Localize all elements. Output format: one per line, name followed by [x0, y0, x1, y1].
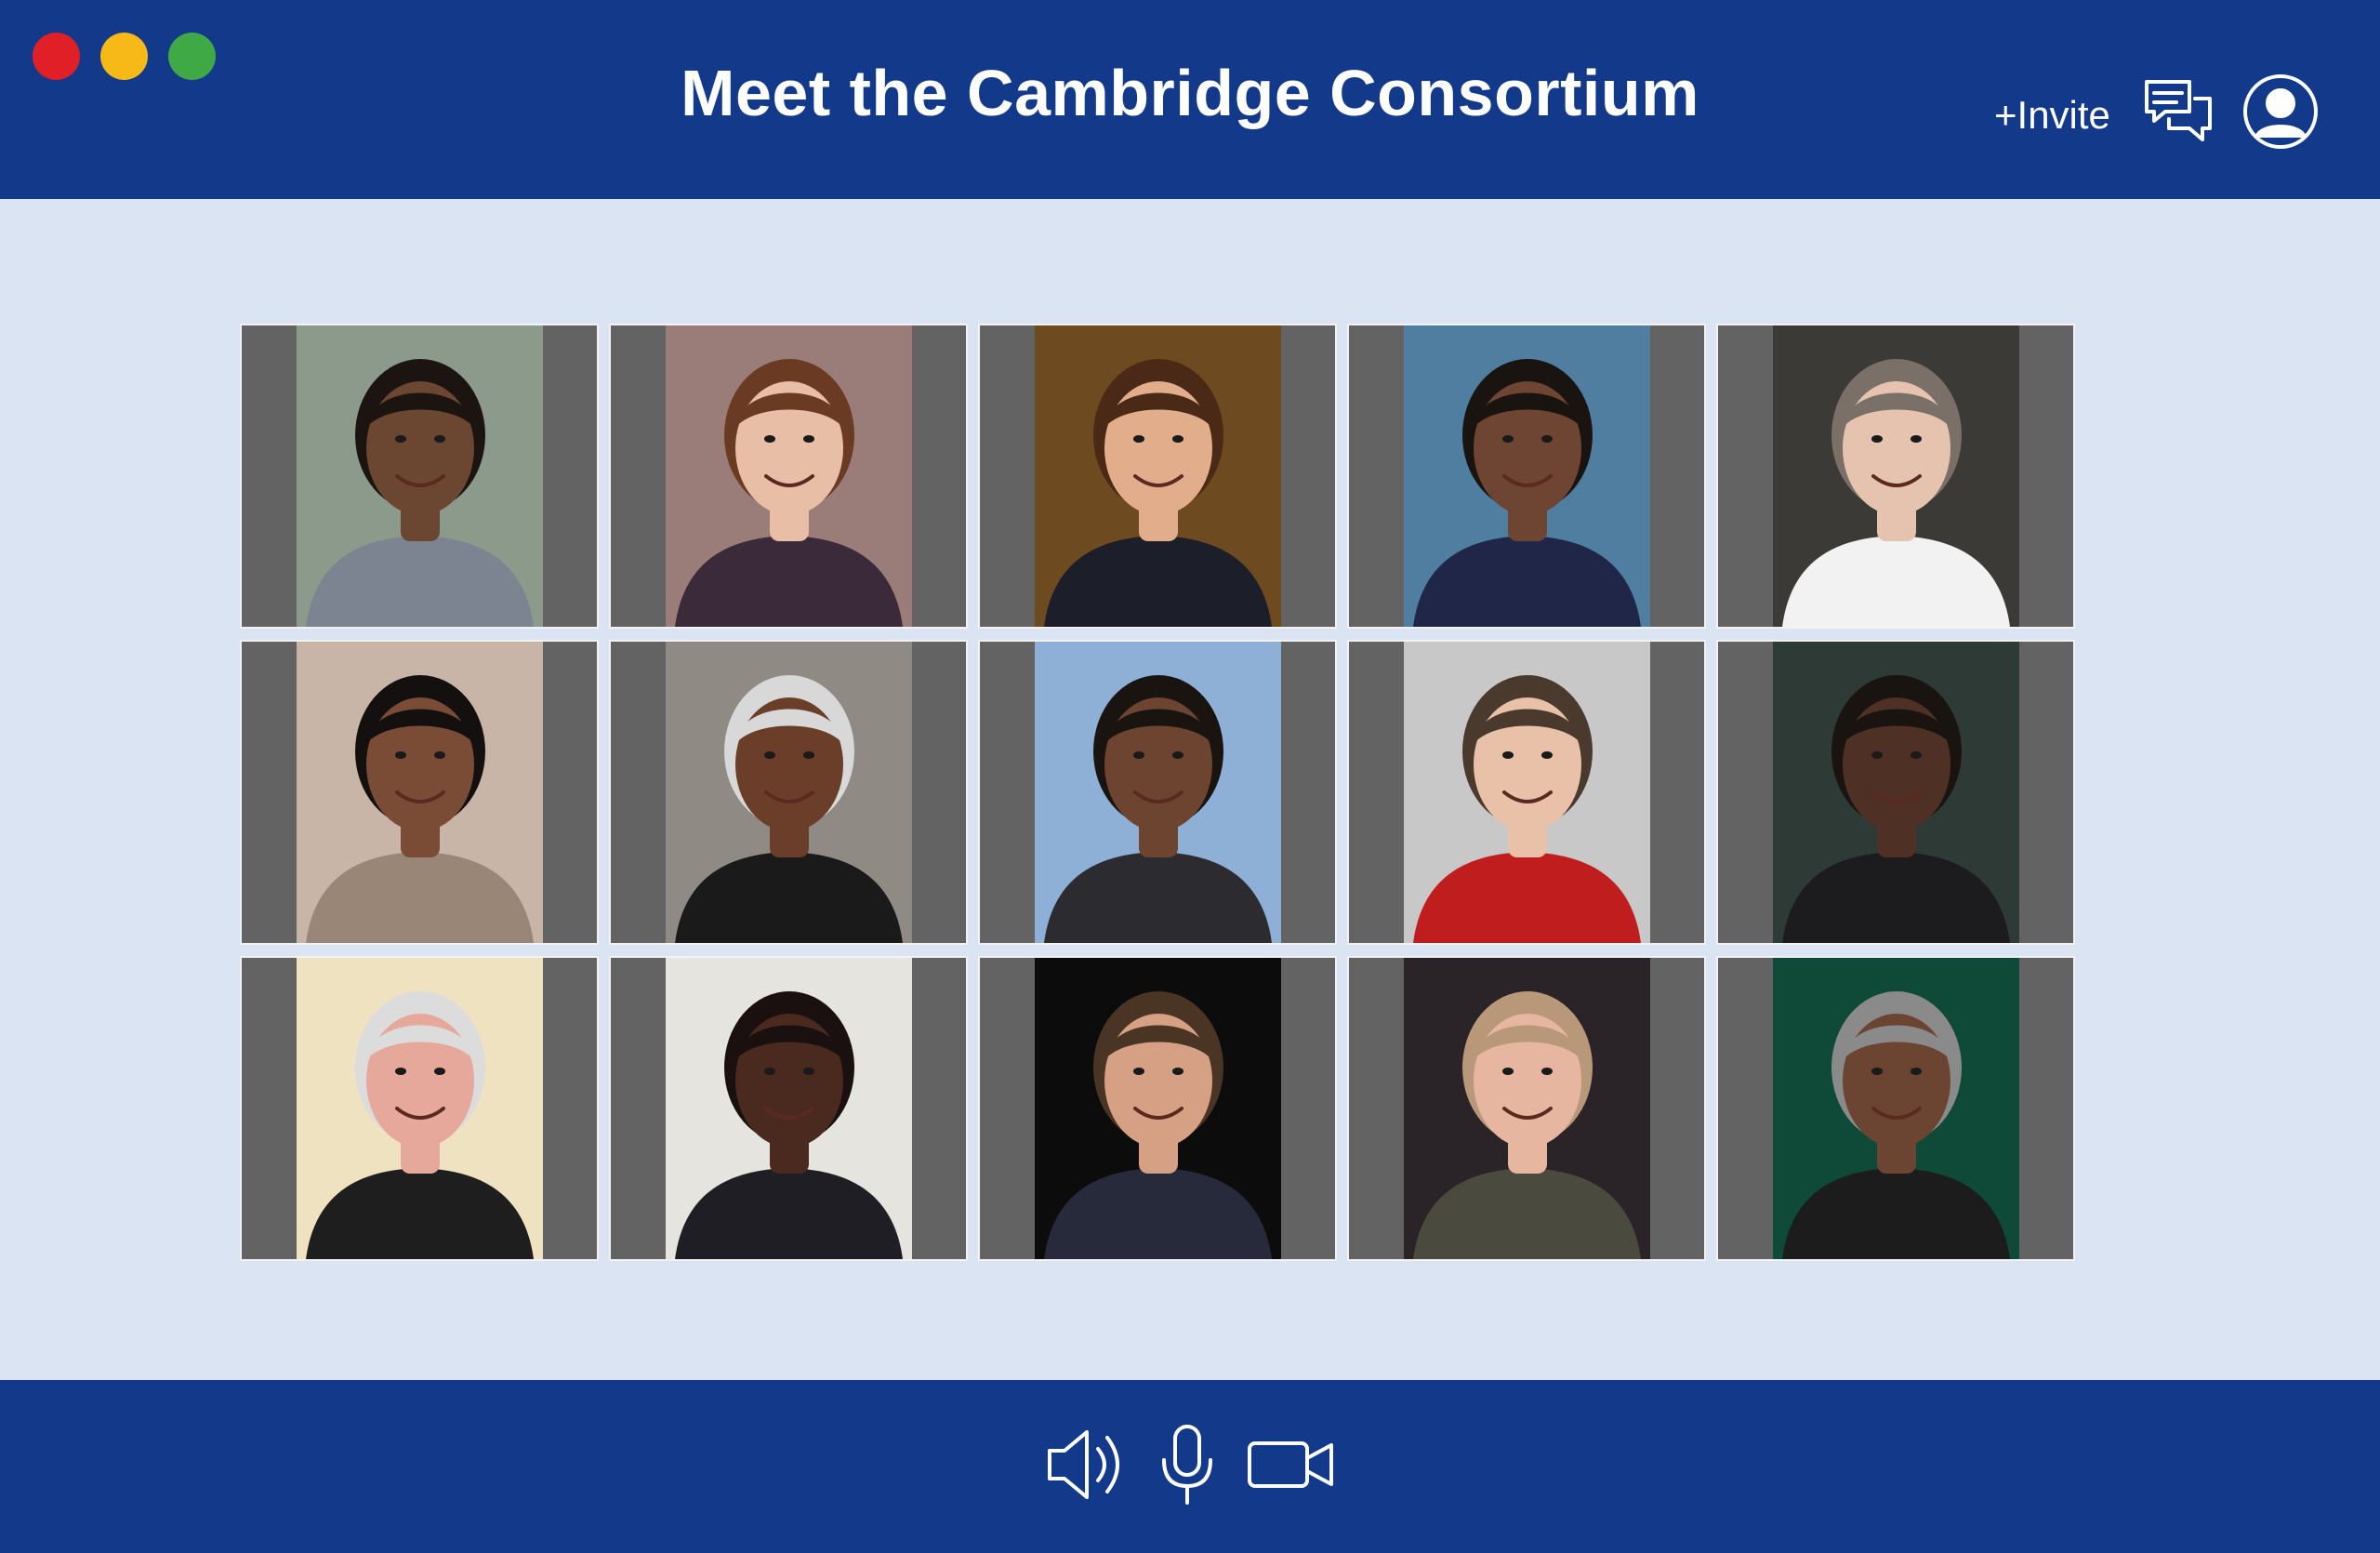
participant-portrait	[296, 642, 543, 943]
participant-portrait	[1034, 642, 1281, 943]
participant-video	[296, 958, 543, 1259]
invite-button[interactable]: +Invite	[1994, 93, 2110, 138]
participant-portrait	[296, 958, 543, 1259]
participant-video	[1403, 325, 1650, 627]
participant-video	[296, 325, 543, 627]
participant-tile[interactable]	[978, 640, 1337, 945]
participant-video	[665, 325, 912, 627]
participant-tile[interactable]	[1347, 324, 1706, 629]
speaker-icon[interactable]	[1046, 1423, 1131, 1507]
title-bar: Meet the Cambridge Consortium +Invite	[0, 0, 2380, 199]
participant-video	[1772, 642, 2019, 943]
participant-video	[1403, 958, 1650, 1259]
participant-tile[interactable]	[240, 324, 599, 629]
participant-portrait	[1034, 325, 1281, 627]
participant-portrait	[1034, 958, 1281, 1259]
participant-video	[1034, 642, 1281, 943]
user-profile-icon[interactable]	[2241, 73, 2320, 151]
participant-tile[interactable]	[978, 324, 1337, 629]
participant-portrait	[665, 325, 912, 627]
participant-portrait	[665, 958, 912, 1259]
participant-tile[interactable]	[1716, 640, 2075, 945]
participant-video	[1403, 642, 1650, 943]
participant-portrait	[1772, 642, 2019, 943]
participant-video	[1772, 958, 2019, 1259]
participant-video	[296, 642, 543, 943]
participant-grid	[240, 324, 2075, 1261]
participant-tile[interactable]	[609, 956, 968, 1261]
participant-tile[interactable]	[1716, 956, 2075, 1261]
participant-tile[interactable]	[240, 956, 599, 1261]
participant-tile[interactable]	[1347, 956, 1706, 1261]
participant-tile[interactable]	[1716, 324, 2075, 629]
participant-tile[interactable]	[1347, 640, 1706, 945]
participant-portrait	[1403, 642, 1650, 943]
participant-portrait	[1403, 325, 1650, 627]
participant-video	[1772, 325, 2019, 627]
participant-video	[665, 958, 912, 1259]
participant-tile[interactable]	[609, 640, 968, 945]
participant-video	[1034, 325, 1281, 627]
participant-tile[interactable]	[240, 640, 599, 945]
participant-video	[1034, 958, 1281, 1259]
participant-portrait	[1772, 325, 2019, 627]
microphone-icon[interactable]	[1157, 1423, 1218, 1507]
participant-portrait	[296, 325, 543, 627]
participant-portrait	[665, 642, 912, 943]
participant-tile[interactable]	[978, 956, 1337, 1261]
video-camera-icon[interactable]	[1246, 1423, 1335, 1507]
participant-video	[665, 642, 912, 943]
participant-tile[interactable]	[609, 324, 968, 629]
chat-icon[interactable]	[2143, 76, 2214, 149]
participant-portrait	[1772, 958, 2019, 1259]
participant-portrait	[1403, 958, 1650, 1259]
